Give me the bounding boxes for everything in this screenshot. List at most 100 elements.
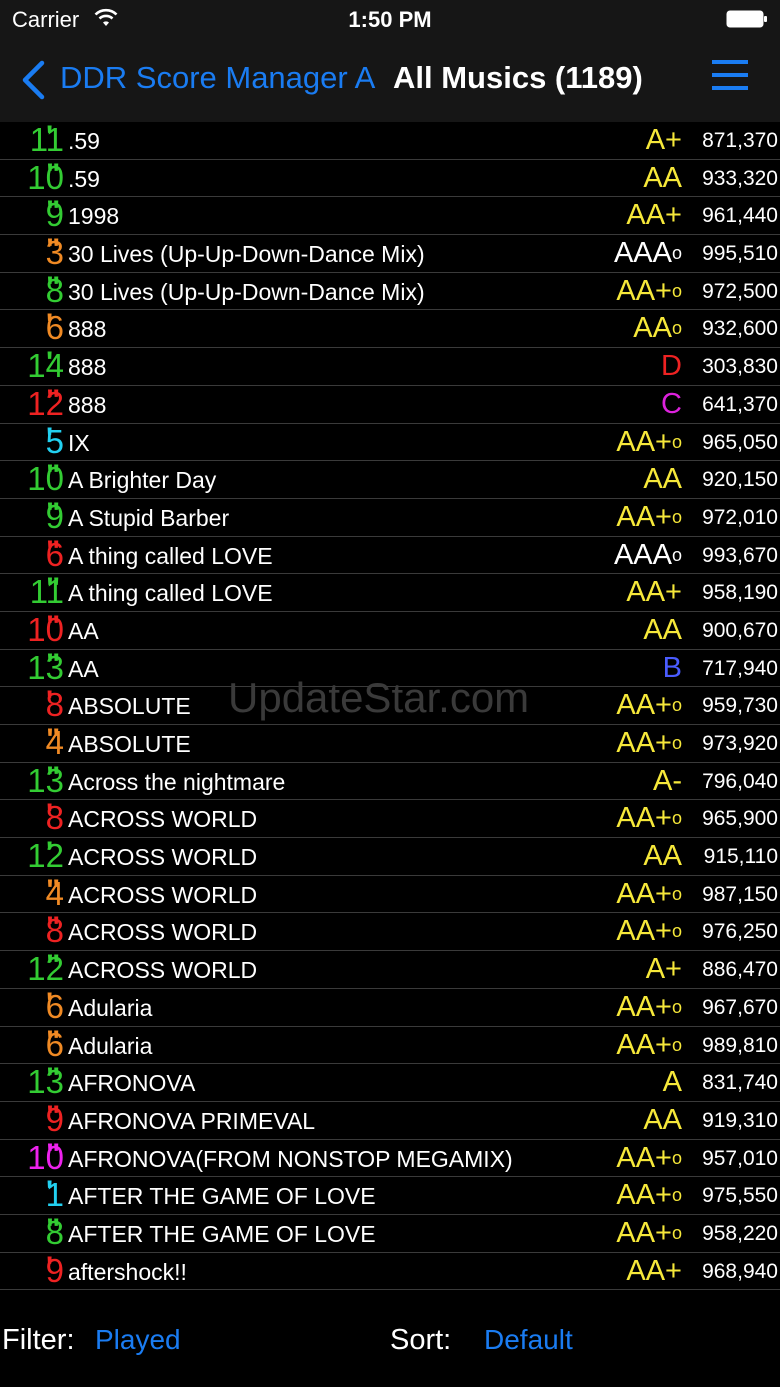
page-title: All Musics (1189)	[393, 60, 643, 95]
song-title: A Brighter Day	[68, 467, 217, 494]
score-rank: AA+o	[616, 727, 682, 759]
list-item[interactable]: 3 " 30 Lives (Up-Up-Down-Dance Mix) AAAo 995…	[0, 235, 780, 273]
rank-label: AA+	[616, 990, 672, 1023]
score-value: 933,320	[702, 166, 778, 190]
score-value: 989,810	[702, 1033, 778, 1057]
song-title: A thing called LOVE	[68, 542, 273, 569]
score-rank: AA	[643, 614, 682, 646]
score-value: 993,670	[702, 543, 778, 567]
song-title: AA	[68, 655, 99, 682]
list-item[interactable]: 10 " A Brighter Day AA 920,150	[0, 461, 780, 499]
full-combo-mark: o	[671, 733, 682, 753]
list-item[interactable]: 12 " 888 C 641,370	[0, 385, 780, 424]
list-item[interactable]: 8 ' ACROSS WORLD AA+o 965,900	[0, 800, 780, 839]
filter-label: Filter:	[2, 1324, 75, 1356]
song-title: 30 Lives (Up-Up-Down-Dance Mix)	[68, 241, 425, 268]
list-item[interactable]: 6 ' Adularia AA+o 967,670	[0, 986, 780, 1027]
list-item[interactable]: 9 " A Stupid Barber AA+o 972,010	[0, 498, 780, 537]
score-rank: B	[663, 652, 682, 684]
list-item[interactable]: 9 " 1998 AA+ 961,440	[0, 197, 780, 236]
song-title: .59	[68, 128, 100, 154]
list-item[interactable]: 6 ' 888 AAo 932,600	[0, 308, 780, 349]
list-item[interactable]: 12 ' ACROSS WORLD AA 915,110	[0, 838, 780, 876]
filter-button[interactable]: Played	[95, 1324, 181, 1356]
rank-label: AA	[643, 840, 682, 873]
chart-type-mark: "	[46, 459, 61, 493]
chart-type-mark: '	[46, 1250, 54, 1284]
menu-icon[interactable]	[712, 58, 748, 92]
list-item[interactable]: 11 ' .59 A+ 871,370	[0, 122, 780, 160]
score-value: 958,220	[702, 1221, 778, 1245]
list-item[interactable]: 11 " A thing called LOVE AA+ 958,190	[0, 574, 780, 612]
chart-type-mark: '	[46, 986, 54, 1020]
score-rank: AAAo	[614, 539, 682, 571]
chart-type-mark: "	[46, 873, 61, 907]
full-combo-mark: o	[671, 318, 682, 339]
full-combo-mark: o	[671, 1147, 682, 1168]
list-item[interactable]: 14 ' 888 D 303,830	[0, 348, 780, 386]
score-rank: AAo	[633, 312, 682, 344]
list-item[interactable]: 8 " ACROSS WORLD AA+o 976,250	[0, 913, 780, 952]
list-item[interactable]: 4 " ACROSS WORLD AA+o 987,150	[0, 873, 780, 914]
full-combo-mark: o	[671, 1034, 682, 1055]
song-title: ACROSS WORLD	[68, 919, 258, 946]
rank-label: AA	[643, 161, 682, 194]
song-title: ABSOLUTE	[68, 731, 191, 757]
score-rank: AAAo	[614, 237, 682, 269]
score-value: 961,440	[702, 204, 778, 228]
list-item[interactable]: 13 " AA B 717,940	[0, 649, 780, 688]
score-rank: AA+o	[616, 915, 682, 947]
list-item[interactable]: 10 " .59 AA 933,320	[0, 157, 780, 198]
score-rank: AA+	[626, 576, 682, 608]
score-rank: AA	[643, 463, 682, 495]
full-combo-mark: o	[671, 921, 682, 942]
song-title: AFTER THE GAME OF LOVE	[68, 1220, 376, 1247]
list-item[interactable]: 6 " A thing called LOVE AAAo 993,670	[0, 536, 780, 575]
score-value: 641,370	[702, 392, 778, 416]
full-combo-mark: o	[671, 695, 682, 716]
list-item[interactable]: 8 " AFTER THE GAME OF LOVE AA+o 958,220	[0, 1214, 780, 1253]
score-rank: AA+o	[616, 501, 682, 533]
score-value: 900,670	[702, 618, 778, 642]
status-bar: Carrier 1:50 PM	[0, 0, 780, 40]
chart-type-mark: "	[46, 1099, 61, 1133]
list-item[interactable]: 5 ' IX AA+o 965,050	[0, 423, 780, 462]
chart-type-mark: '	[46, 346, 54, 380]
song-title: ACROSS WORLD	[68, 957, 258, 984]
rank-label: AA	[633, 312, 672, 345]
score-value: 973,920	[702, 732, 778, 755]
song-title: AFRONOVA PRIMEVAL	[68, 1107, 316, 1134]
rank-label: A+	[645, 953, 682, 986]
sort-button[interactable]: Default	[484, 1324, 573, 1356]
list-item[interactable]: 9 ' aftershock!! AA+ 968,940	[0, 1250, 780, 1291]
rank-label: C	[661, 387, 682, 420]
chart-type-mark: "	[46, 270, 61, 304]
full-combo-mark: o	[671, 506, 682, 527]
list-item[interactable]: 13 " AFRONOVA A 831,740	[0, 1064, 780, 1102]
full-combo-mark: o	[671, 996, 682, 1017]
song-title: Adularia	[68, 1032, 153, 1059]
list-item[interactable]: 12 " ACROSS WORLD A+ 886,470	[0, 951, 780, 989]
list-item[interactable]: 8 " 30 Lives (Up-Up-Down-Dance Mix) AA+o 972…	[0, 270, 780, 311]
chart-type-mark: '	[46, 308, 54, 342]
rank-label: AA+	[626, 1254, 682, 1287]
list-item[interactable]: 8 ' ABSOLUTE AA+o 959,730	[0, 687, 780, 725]
score-rank: AA+	[626, 1255, 682, 1287]
back-chevron-icon[interactable]	[20, 60, 48, 100]
score-value: 796,040	[702, 769, 778, 793]
score-rank: AA	[643, 840, 682, 872]
rank-label: AA+	[616, 1216, 672, 1249]
list-item[interactable]: 13 " Across the nightmare A- 796,040	[0, 762, 780, 801]
list-item[interactable]: 4 " ABSOLUTE AA+o 973,920	[0, 725, 780, 763]
full-combo-mark: o	[671, 1185, 682, 1206]
chart-type-mark: "	[46, 157, 61, 191]
score-value: 972,500	[702, 279, 778, 303]
list-item[interactable]: 1 ' AFTER THE GAME OF LOVE AA+o 975,550	[0, 1177, 780, 1215]
list-item[interactable]: 10 " AFRONOVA(FROM NONSTOP MEGAMIX) AA+o 957…	[0, 1139, 780, 1178]
list-item[interactable]: 6 " Adularia AA+o 989,810	[0, 1026, 780, 1065]
list-item[interactable]: 10 " AA AA 900,670	[0, 611, 780, 650]
list-item[interactable]: 9 " AFRONOVA PRIMEVAL AA 919,310	[0, 1099, 780, 1140]
music-list[interactable]: 11 ' .59 A+ 871,370 10 " .59 AA 933,320 9 " 1998 AA+ 9…	[0, 122, 780, 1291]
back-button[interactable]: DDR Score Manager A	[60, 60, 375, 96]
score-rank: AA+o	[616, 802, 682, 834]
